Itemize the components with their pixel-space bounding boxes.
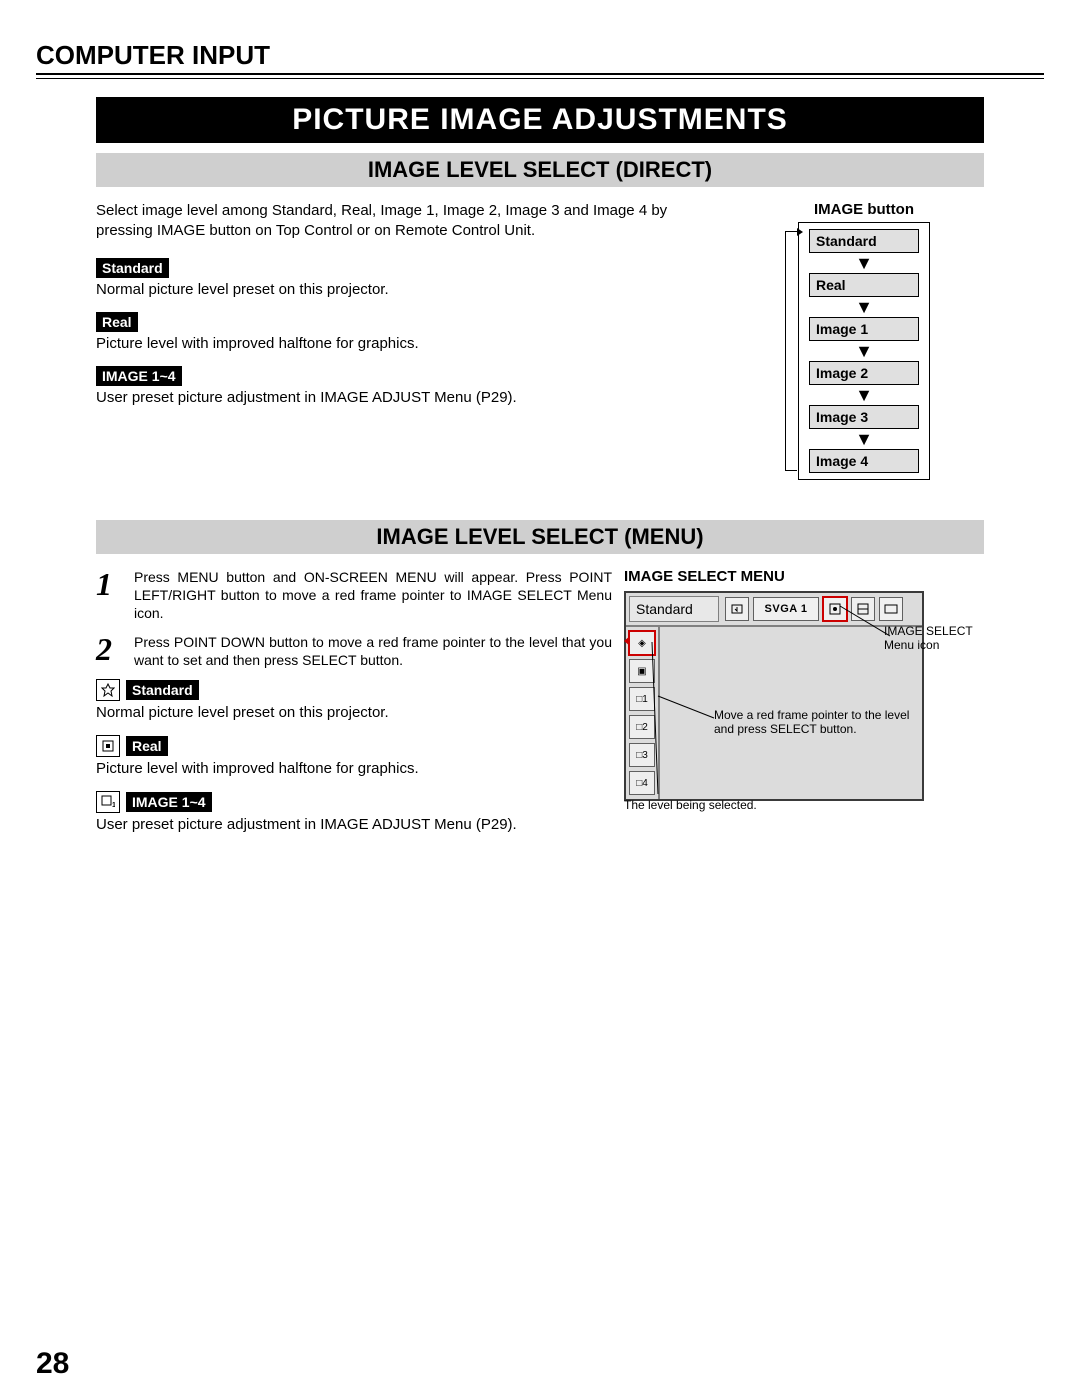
step-2-text: Press POINT DOWN button to move a red fr… xyxy=(134,633,612,669)
desc-image14: User preset picture adjustment in IMAGE … xyxy=(96,389,672,406)
label-image14: IMAGE 1~4 xyxy=(126,792,212,812)
section-header: COMPUTER INPUT xyxy=(36,40,1044,73)
osd-title: IMAGE SELECT MENU xyxy=(624,568,984,585)
system-label[interactable]: SVGA 1 xyxy=(753,597,819,621)
annot-selected: The level being selected. xyxy=(624,798,757,812)
screen-icon[interactable] xyxy=(879,597,903,621)
page-number: 28 xyxy=(36,1347,69,1381)
page-title: PICTURE IMAGE ADJUSTMENTS xyxy=(96,97,984,143)
osd-current-mode: Standard xyxy=(629,596,719,622)
desc-real: Picture level with improved halftone for… xyxy=(96,335,672,352)
subheading-direct: IMAGE LEVEL SELECT (DIRECT) xyxy=(96,153,984,187)
desc-real: Picture level with improved halftone for… xyxy=(96,760,612,777)
flow-item: Real xyxy=(809,273,919,297)
step-number-1: 1 xyxy=(96,568,122,623)
osd-menu: Standard SVGA 1 xyxy=(624,591,924,801)
image14-icon: 1 xyxy=(96,791,120,813)
step-number-2: 2 xyxy=(96,633,122,669)
subheading-menu: IMAGE LEVEL SELECT (MENU) xyxy=(96,520,984,554)
flow-item: Image 2 xyxy=(809,361,919,385)
annot-icon: IMAGE SELECT Menu icon xyxy=(884,624,984,653)
image-adjust-icon[interactable] xyxy=(851,597,875,621)
flow-title: IMAGE button xyxy=(744,201,984,218)
osd-side-icons: ◈ ▣ □1 □2 □3 □4 xyxy=(626,627,660,799)
real-icon xyxy=(96,735,120,757)
annot-move: Move a red frame pointer to the level an… xyxy=(714,708,924,737)
standard-icon xyxy=(96,679,120,701)
input-icon[interactable] xyxy=(725,597,749,621)
side-icon-image4[interactable]: □4 xyxy=(629,771,655,795)
flow-item: Image 3 xyxy=(809,405,919,429)
label-real: Real xyxy=(126,736,168,756)
side-icon-image2[interactable]: □2 xyxy=(629,715,655,739)
down-arrow-icon: ▼ xyxy=(799,347,929,355)
intro-text: Select image level among Standard, Real,… xyxy=(96,201,672,240)
image-button-flow: Standard ▼ Real ▼ Image 1 ▼ Image 2 ▼ Im… xyxy=(798,222,930,480)
down-arrow-icon: ▼ xyxy=(799,259,929,267)
svg-text:1: 1 xyxy=(112,802,115,809)
flow-loop-arrow xyxy=(785,231,797,471)
flow-item: Standard xyxy=(809,229,919,253)
horizontal-rule xyxy=(36,73,1044,79)
desc-image14: User preset picture adjustment in IMAGE … xyxy=(96,816,612,833)
side-icon-image1[interactable]: □1 xyxy=(629,687,655,711)
side-icon-standard[interactable]: ◈ xyxy=(629,631,655,655)
down-arrow-icon: ▼ xyxy=(799,435,929,443)
image-select-menu-icon[interactable] xyxy=(823,597,847,621)
down-arrow-icon: ▼ xyxy=(799,391,929,399)
desc-standard: Normal picture level preset on this proj… xyxy=(96,281,672,298)
label-standard: Standard xyxy=(126,680,199,700)
flow-item: Image 1 xyxy=(809,317,919,341)
down-arrow-icon: ▼ xyxy=(799,303,929,311)
desc-standard: Normal picture level preset on this proj… xyxy=(96,704,612,721)
side-icon-real[interactable]: ▣ xyxy=(629,659,655,683)
side-icon-image3[interactable]: □3 xyxy=(629,743,655,767)
label-image14: IMAGE 1~4 xyxy=(96,366,182,386)
label-real: Real xyxy=(96,312,138,332)
label-standard: Standard xyxy=(96,258,169,278)
step-1-text: Press MENU button and ON-SCREEN MENU wil… xyxy=(134,568,612,623)
flow-item: Image 4 xyxy=(809,449,919,473)
